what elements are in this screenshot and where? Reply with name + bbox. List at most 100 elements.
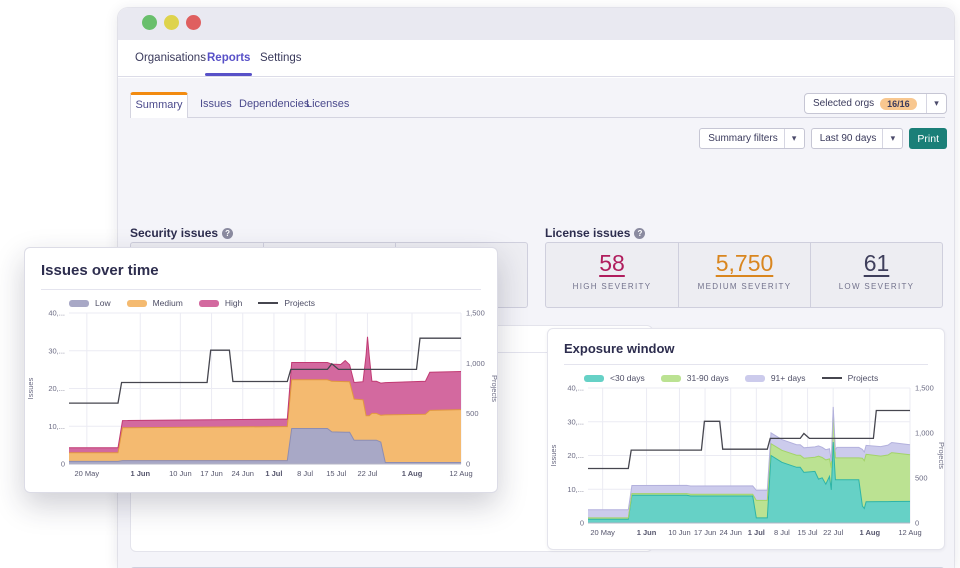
svg-text:Projects: Projects xyxy=(490,375,497,402)
svg-text:Issues: Issues xyxy=(549,444,558,466)
traffic-light-yellow-icon[interactable] xyxy=(164,15,179,30)
legend-label: Low xyxy=(95,298,111,308)
svg-text:20,...: 20,... xyxy=(567,451,584,460)
svg-text:30,...: 30,... xyxy=(48,346,65,355)
legend-item-high[interactable]: High xyxy=(199,298,242,308)
svg-text:22 Jul: 22 Jul xyxy=(357,469,377,478)
issues-over-time-title: Issues over time xyxy=(25,248,497,289)
exposure-window-title: Exposure window xyxy=(548,329,944,364)
selected-orgs-label: Selected orgs xyxy=(805,98,874,109)
exposure-window-chart: 010,...20,...30,...40,...05001,0001,5002… xyxy=(548,383,944,549)
filter-bar: Summary filters ▾ Last 90 days ▾ Print xyxy=(699,128,947,149)
screenshot-stage: Organisations Reports Settings Summary I… xyxy=(0,0,960,568)
legend-line-swatch xyxy=(258,302,278,304)
summary-filters-label: Summary filters xyxy=(700,133,783,144)
exposure-legend: <30 days 31-90 days 91+ days Projects xyxy=(548,365,944,383)
svg-text:1 Jul: 1 Jul xyxy=(265,469,282,478)
svg-text:20 May: 20 May xyxy=(75,469,100,478)
svg-text:15 Jul: 15 Jul xyxy=(798,528,818,537)
svg-text:1 Jun: 1 Jun xyxy=(130,469,150,478)
svg-text:10,...: 10,... xyxy=(567,485,584,494)
nav-item-reports[interactable]: Reports xyxy=(207,52,250,64)
legend-swatch xyxy=(745,375,765,382)
exposure-window-card: Exposure window <30 days 31-90 days 91+ … xyxy=(547,328,945,550)
legend-item-projects[interactable]: Projects xyxy=(822,373,879,383)
selected-orgs-count-badge: 16/16 xyxy=(880,98,917,110)
license-issues-heading: License issues? xyxy=(545,226,645,240)
issues-legend: Low Medium High Projects xyxy=(25,290,497,308)
svg-text:1,000: 1,000 xyxy=(466,359,485,368)
license-medium-card: 5,750 MEDIUM SEVERITY xyxy=(678,243,810,307)
svg-text:0: 0 xyxy=(61,460,65,469)
svg-text:10,...: 10,... xyxy=(48,422,65,431)
svg-text:0: 0 xyxy=(580,519,584,528)
legend-label: High xyxy=(225,298,242,308)
summary-filters-dropdown[interactable]: Summary filters ▾ xyxy=(699,128,804,149)
legend-swatch xyxy=(584,375,604,382)
svg-text:Projects: Projects xyxy=(937,442,944,469)
legend-swatch xyxy=(127,300,147,307)
svg-text:12 Aug: 12 Aug xyxy=(898,528,921,537)
date-range-dropdown[interactable]: Last 90 days ▾ xyxy=(811,128,904,149)
license-medium-label: MEDIUM SEVERITY xyxy=(679,282,810,291)
nav-item-settings[interactable]: Settings xyxy=(260,52,302,64)
legend-item-under30[interactable]: <30 days xyxy=(584,373,645,383)
svg-text:10 Jun: 10 Jun xyxy=(668,528,691,537)
tab-dependencies[interactable]: Dependencies xyxy=(239,98,309,110)
tab-summary[interactable]: Summary xyxy=(130,92,188,118)
svg-text:8 Jul: 8 Jul xyxy=(774,528,790,537)
svg-text:1 Jul: 1 Jul xyxy=(748,528,765,537)
traffic-light-red-icon[interactable] xyxy=(186,15,201,30)
svg-text:40,...: 40,... xyxy=(567,384,584,393)
svg-text:1 Aug: 1 Aug xyxy=(402,469,423,478)
svg-text:1 Jun: 1 Jun xyxy=(637,528,657,537)
help-icon[interactable]: ? xyxy=(222,228,233,239)
top-nav: Organisations Reports Settings xyxy=(118,40,954,77)
issues-over-time-chart: 010,...20,...30,...40,...05001,0001,5002… xyxy=(25,308,497,490)
svg-text:24 Jun: 24 Jun xyxy=(231,469,254,478)
legend-label: 91+ days xyxy=(771,373,806,383)
svg-text:1,000: 1,000 xyxy=(915,429,934,438)
svg-text:0: 0 xyxy=(466,460,470,469)
security-issues-title: Security issues xyxy=(130,226,218,240)
svg-text:15 Jul: 15 Jul xyxy=(326,469,346,478)
traffic-light-green-icon[interactable] xyxy=(142,15,157,30)
legend-item-31-90[interactable]: 31-90 days xyxy=(661,373,729,383)
nav-active-underline xyxy=(205,73,252,76)
help-icon[interactable]: ? xyxy=(634,228,645,239)
svg-text:Issues: Issues xyxy=(26,377,35,399)
license-low-value[interactable]: 61 xyxy=(811,250,942,277)
svg-text:8 Jul: 8 Jul xyxy=(297,469,313,478)
license-high-value[interactable]: 58 xyxy=(546,250,678,277)
chevron-down-icon: ▾ xyxy=(882,129,902,148)
legend-label: Projects xyxy=(284,298,315,308)
chevron-down-icon: ▾ xyxy=(926,94,946,113)
legend-item-medium[interactable]: Medium xyxy=(127,298,183,308)
svg-text:20 May: 20 May xyxy=(590,528,615,537)
svg-text:17 Jun: 17 Jun xyxy=(694,528,717,537)
window-titlebar[interactable] xyxy=(118,8,954,40)
license-issues-title: License issues xyxy=(545,226,630,240)
security-issues-heading: Security issues? xyxy=(130,226,233,240)
nav-item-organisations[interactable]: Organisations xyxy=(135,52,206,64)
legend-label: Medium xyxy=(153,298,183,308)
legend-item-91plus[interactable]: 91+ days xyxy=(745,373,806,383)
issues-over-time-card[interactable]: Issues over time Low Medium High Project… xyxy=(24,247,498,493)
svg-text:10 Jun: 10 Jun xyxy=(169,469,192,478)
svg-text:24 Jun: 24 Jun xyxy=(719,528,742,537)
print-button[interactable]: Print xyxy=(909,128,947,149)
selected-orgs-dropdown[interactable]: Selected orgs 16/16 ▾ xyxy=(804,93,947,114)
license-medium-value[interactable]: 5,750 xyxy=(679,250,810,277)
date-range-label: Last 90 days xyxy=(812,133,883,144)
legend-item-projects[interactable]: Projects xyxy=(258,298,315,308)
license-high-card: 58 HIGH SEVERITY xyxy=(546,243,678,307)
svg-text:500: 500 xyxy=(466,409,479,418)
tab-licenses[interactable]: Licenses xyxy=(306,98,349,110)
tab-issues[interactable]: Issues xyxy=(200,98,232,110)
license-low-label: LOW SEVERITY xyxy=(811,282,942,291)
legend-swatch xyxy=(69,300,89,307)
svg-text:12 Aug: 12 Aug xyxy=(449,469,472,478)
license-low-card: 61 LOW SEVERITY xyxy=(810,243,942,307)
svg-text:1,500: 1,500 xyxy=(915,384,934,393)
legend-item-low[interactable]: Low xyxy=(69,298,111,308)
